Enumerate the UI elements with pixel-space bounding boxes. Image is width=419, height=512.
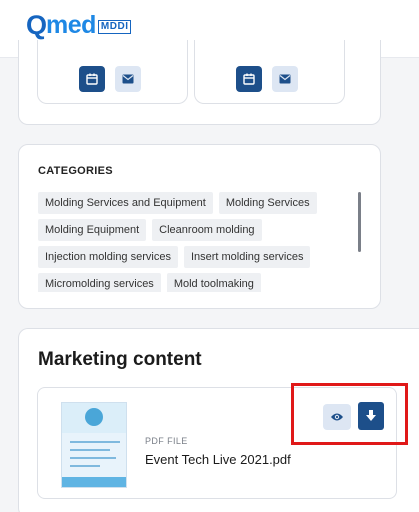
calendar-icon (243, 73, 255, 85)
mail-icon (122, 74, 134, 84)
categories-section: CATEGORIES Molding Services and Equipmen… (18, 144, 381, 309)
thumb-footer (62, 477, 126, 487)
category-tag[interactable]: Molding Services and Equipment (38, 192, 213, 214)
file-type: PDF FILE (145, 436, 188, 446)
qmed-logo[interactable]: Q med MDDI (26, 9, 132, 40)
thumb-line (70, 449, 110, 451)
tag-row: Molding Services and Equipment Molding S… (38, 192, 338, 214)
category-tag[interactable]: Mold toolmaking (166, 273, 261, 292)
tag-row: Injection molding services Insert moldin… (38, 246, 338, 268)
marketing-title: Marketing content (38, 349, 202, 370)
calendar-button[interactable] (79, 66, 105, 92)
email-button[interactable] (115, 66, 141, 92)
category-tag[interactable]: Injection molding services (38, 246, 178, 268)
calendar-icon (86, 73, 98, 85)
category-tags[interactable]: Molding Services and Equipment Molding S… (38, 192, 338, 292)
category-tag[interactable]: Molding Services (218, 192, 317, 214)
contact-card (37, 40, 188, 104)
mail-icon (279, 74, 291, 84)
logo-q: Q (26, 10, 47, 40)
email-button[interactable] (272, 66, 298, 92)
logo-med: med (46, 11, 96, 39)
tag-row: Molding Equipment Cleanroom molding (38, 219, 338, 241)
pdf-thumbnail[interactable] (61, 402, 127, 488)
category-tag[interactable]: Insert molding services (183, 246, 311, 268)
thumb-line (70, 457, 116, 459)
category-tag[interactable]: Micromolding services (38, 273, 161, 292)
file-name[interactable]: Event Tech Live 2021.pdf (145, 452, 291, 467)
category-tag[interactable]: Cleanroom molding (152, 219, 262, 241)
category-tag[interactable]: Molding Equipment (38, 219, 147, 241)
logo-badge: MDDI (97, 20, 132, 34)
thumb-line (70, 465, 100, 467)
contact-card (194, 40, 345, 104)
categories-title: CATEGORIES (38, 165, 113, 177)
thumb-line (70, 441, 120, 443)
highlight-box (291, 383, 408, 445)
tag-row: Micromolding services Mold toolmaking (38, 273, 338, 292)
thumb-emblem (85, 408, 103, 426)
categories-scrollbar[interactable] (358, 192, 361, 252)
calendar-button[interactable] (236, 66, 262, 92)
